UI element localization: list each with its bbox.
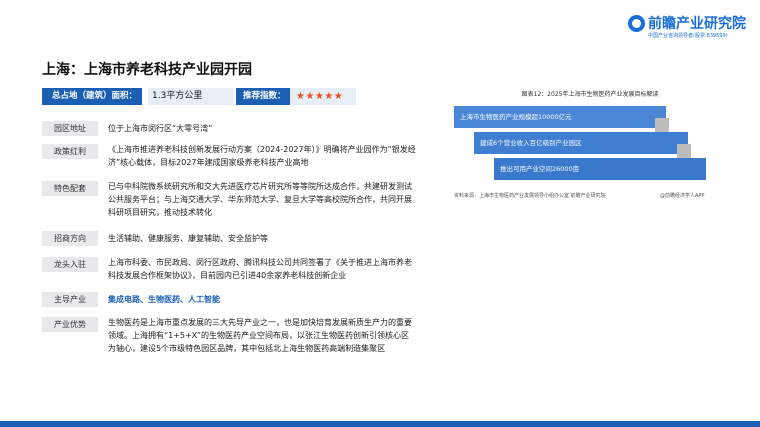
row-text-investment: 生活辅助、健康服务、康复辅助、安全监护等: [108, 234, 268, 243]
row-text-address: 位于上海市闵行区“大零号湾”: [108, 124, 213, 133]
goal-figure: 上海市生物医药产业规模超10000亿元 建成6个营业收入百亿级别产业园区 推出可…: [454, 106, 726, 184]
row-text-industry: 集成电路、生物医药、人工智能: [108, 295, 220, 304]
page-title: 上海：上海市养老科技产业园开园: [42, 62, 252, 78]
figure-source: 资料来源：上海市生物医药产业发展领导小组办公室 前瞻产业研究院: [454, 193, 606, 199]
row-text-facilities: 已与中科院微系统研究所和交大先进医疗芯片研究所等等院所达成合作，共建研发测试公共…: [108, 182, 412, 217]
row-label-leaders: 龙头入驻: [42, 257, 98, 272]
row-text-policy: 《上海市推进养老科技创新发展行动方案（2024-2027年）》明确将产业园作为“…: [108, 145, 416, 167]
logo-subtitle: 中国产业咨询领导者(股票:839599): [648, 33, 728, 39]
row-text-leaders: 上海市科委、市民政局、闵行区政府、腾讯科技公司共同签署了《关于推进上海市养老科技…: [108, 258, 412, 280]
rating-stars-icon: ★★★★★: [296, 91, 344, 102]
logo-mark-icon: [628, 15, 645, 32]
figure-title: 图表12：2025年上海市生物医药产业发展目标解读: [521, 91, 659, 98]
area-value: 1.3平方公里: [148, 88, 234, 105]
bottom-accent-bar: [0, 421, 760, 427]
row-label-industry: 主导产业: [42, 292, 98, 307]
brand-logo: 前瞻产业研究院 中国产业咨询领导者(股票:839599): [628, 13, 754, 43]
figure-watermark: @前瞻经济学人APP: [660, 193, 705, 199]
rating-label: 推荐指数：: [236, 88, 290, 105]
row-label-investment: 招商方向: [42, 231, 98, 246]
goal-bar-3: 推出可用产业空间26000亩: [494, 158, 706, 180]
goal-bar-2: 建成6个营业收入百亿级别产业园区: [474, 132, 688, 154]
area-label: 总占地（建筑）面积：: [42, 88, 142, 105]
row-label-policy: 政策红利: [42, 144, 98, 159]
row-text-advantage: 生物医药是上海市重点发展的三大先导产业之一，也是加快培育发展新质生产力的重要领域…: [108, 318, 412, 353]
rating-cell: ★★★★★: [290, 88, 356, 105]
row-label-advantage: 产业优势: [42, 317, 98, 332]
row-label-facilities: 特色配套: [42, 181, 98, 196]
goal-bar-1: 上海市生物医药产业规模超10000亿元: [454, 106, 666, 128]
row-label-address: 园区地址: [42, 121, 98, 136]
logo-name: 前瞻产业研究院: [648, 16, 746, 32]
